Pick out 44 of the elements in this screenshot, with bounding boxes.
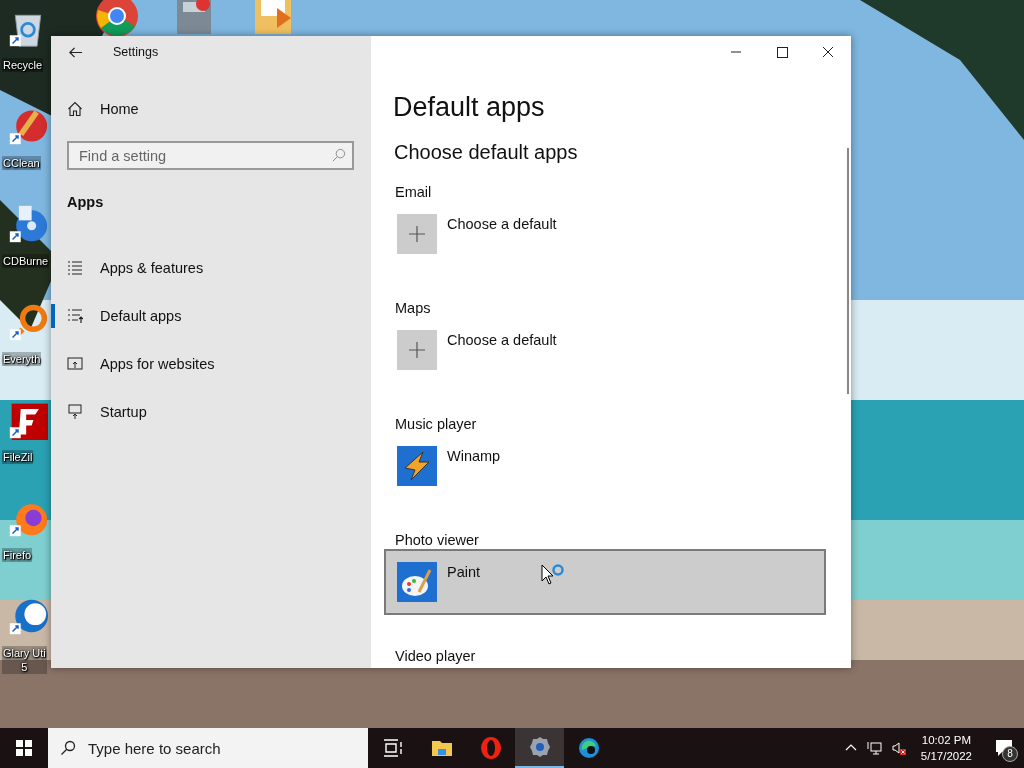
clock[interactable]: 10:02 PM 5/17/2022	[916, 732, 976, 764]
lightning-icon	[397, 446, 437, 486]
category-label: Music player	[395, 416, 478, 432]
monitor-arrow-icon	[67, 404, 83, 420]
taskbar-app-button[interactable]	[515, 728, 564, 768]
home-icon	[67, 101, 83, 117]
nav-item[interactable]: Apps & features	[51, 244, 371, 292]
busy-cursor-icon	[541, 564, 567, 588]
network-icon[interactable]	[866, 740, 883, 756]
default-app-button[interactable]: Choose a default	[384, 201, 826, 267]
volume-muted-icon[interactable]	[890, 740, 907, 756]
window-title: Settings	[113, 45, 159, 59]
default-app-button[interactable]: Choose a default	[384, 317, 826, 383]
browser-icon	[576, 736, 601, 760]
browser-icon	[478, 736, 503, 760]
category-label: Video player	[395, 648, 477, 664]
scrollbar[interactable]	[847, 148, 849, 394]
plus-icon	[397, 214, 437, 254]
taskbar-search-field[interactable]: Type here to search	[48, 728, 368, 768]
category-label: Email	[395, 184, 433, 200]
time-text: 10:02 PM	[921, 733, 972, 748]
search-field[interactable]: Find a setting	[67, 141, 354, 170]
nav-item[interactable]: Apps for websites	[51, 340, 371, 388]
desktop-icon-label[interactable]: Glary Uti 5	[2, 646, 47, 674]
palette-icon	[397, 562, 437, 602]
default-app-button[interactable]: Winamp	[384, 433, 826, 499]
notification-count: 8	[1002, 746, 1018, 762]
list-icon	[67, 308, 83, 324]
nav-item[interactable]: Startup	[51, 388, 371, 436]
plus-icon	[397, 330, 437, 370]
browser-icon[interactable]	[95, 0, 139, 38]
search-icon	[331, 148, 346, 163]
page-title: Default apps	[393, 92, 546, 123]
home-link[interactable]: Home	[51, 85, 371, 133]
notifications-button[interactable]: 8	[984, 728, 1024, 768]
page-subtitle: Choose default apps	[393, 141, 579, 164]
nav-item[interactable]: Default apps	[51, 292, 371, 340]
gear-icon	[527, 735, 552, 759]
date-text: 5/17/2022	[920, 749, 972, 764]
default-app-button[interactable]: Paint	[384, 549, 826, 615]
category-label: Photo viewer	[395, 532, 480, 548]
section-heading: Apps	[66, 194, 105, 210]
category-label: Maps	[395, 300, 432, 316]
list-icon	[67, 260, 83, 276]
